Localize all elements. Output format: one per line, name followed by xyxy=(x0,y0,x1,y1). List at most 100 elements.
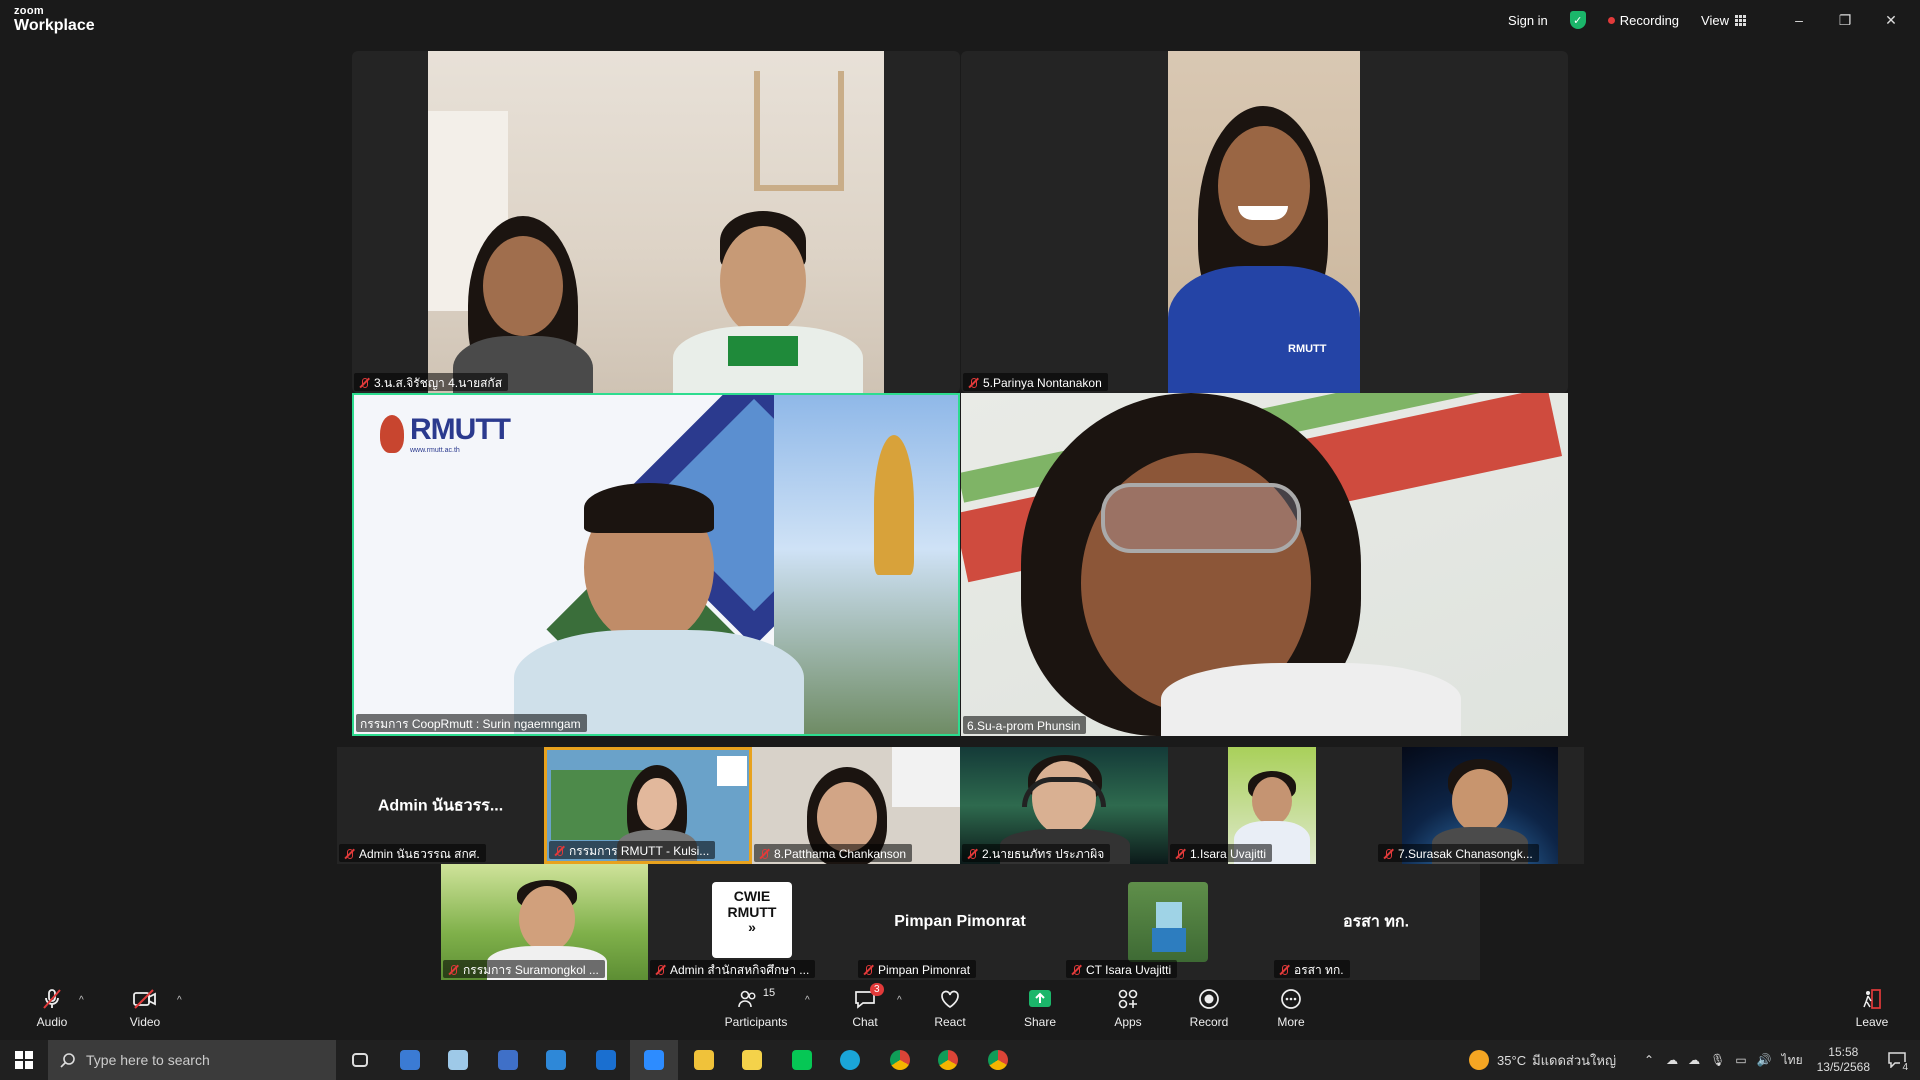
chrome-app-icon-1[interactable] xyxy=(876,1040,924,1080)
chrome-app-icon-3[interactable] xyxy=(974,1040,1022,1080)
apps-button[interactable]: Apps xyxy=(1093,987,1163,1029)
gallery-tile-suramongkol[interactable]: กรรมการ Suramongkol ... xyxy=(441,864,648,980)
video-tile-1[interactable]: 3.น.ส.จิรัชญา 4.นายสกัส xyxy=(352,51,960,393)
task-view-icon[interactable] xyxy=(336,1040,384,1080)
zoom-app-icon[interactable] xyxy=(630,1040,678,1080)
cwie-rmutt-card: CWIE RMUTT » xyxy=(712,882,792,958)
tile-name-label: 3.น.ส.จิรัชญา 4.นายสกัส xyxy=(354,373,509,391)
windows-start-button[interactable] xyxy=(0,1040,48,1080)
clock[interactable]: 15:58 13/5/2568 xyxy=(1817,1045,1870,1075)
react-button[interactable]: React xyxy=(915,987,985,1029)
tile-name-label: 1.Isara Uvajitti xyxy=(1170,844,1273,862)
tile-name-label: 5.Parinya Nontanakon xyxy=(963,373,1108,391)
shirt-logo-text: RMUTT xyxy=(1288,343,1327,355)
tile-name-label: Pimpan Pimonrat xyxy=(858,960,977,978)
notepad-app-icon[interactable] xyxy=(434,1040,482,1080)
gallery-tile-rmutt-kulsi[interactable]: กรรมการ RMUTT - Kulsi... xyxy=(544,747,752,864)
tile-name: อรสา ทก. xyxy=(1294,962,1344,977)
participants-button[interactable]: 15 Participants xyxy=(721,987,791,1029)
tile-name: 6.Su-a-prom Phunsin xyxy=(967,719,1081,733)
volume-icon[interactable]: 🔊 xyxy=(1757,1053,1772,1067)
sign-in-link[interactable]: Sign in xyxy=(1508,13,1548,28)
leave-button[interactable]: Leave xyxy=(1837,987,1907,1029)
tile-name: CT Isara Uvajitti xyxy=(1086,963,1172,977)
audio-options-caret[interactable]: ^ xyxy=(79,995,84,1006)
clock-date: 13/5/2568 xyxy=(1816,1060,1870,1074)
chat-options-caret[interactable]: ^ xyxy=(897,995,902,1006)
mail-app-icon[interactable] xyxy=(582,1040,630,1080)
more-label: More xyxy=(1277,1015,1305,1029)
mic-muted-icon xyxy=(654,964,666,976)
recording-label: Recording xyxy=(1619,12,1680,28)
gallery-tile-surasak[interactable]: 7.Surasak Chanasongk... xyxy=(1376,747,1584,864)
participants-options-caret[interactable]: ^ xyxy=(805,995,810,1006)
video-options-caret[interactable]: ^ xyxy=(177,995,182,1006)
heart-icon xyxy=(915,987,985,1011)
gallery-tile-admin-coop-office[interactable]: CWIE RMUTT » Admin สำนักสหกิจศึกษา ... xyxy=(648,864,856,980)
gallery-tile-admin-nanthawan[interactable]: Admin นันธวรร... Admin นันธวรรณ สกศ. xyxy=(337,747,544,864)
line-app-icon[interactable] xyxy=(778,1040,826,1080)
apps-label: Apps xyxy=(1114,1015,1142,1029)
logo-workplace-text: Workplace xyxy=(14,17,95,34)
record-button[interactable]: Record xyxy=(1174,987,1244,1029)
tile-name: 1.Isara Uvajitti xyxy=(1190,847,1267,861)
tray-overflow-chevron-icon[interactable]: ⌃ xyxy=(1644,1053,1654,1067)
recording-dot-icon xyxy=(1607,16,1615,24)
audio-label: Audio xyxy=(36,1015,68,1029)
rmutt-emblem-icon xyxy=(380,414,404,453)
tile-name: 3.น.ส.จิรัชญา 4.นายสกัส xyxy=(374,375,503,390)
news-app-icon[interactable] xyxy=(386,1040,434,1080)
mic-muted-icon xyxy=(447,964,459,976)
share-button[interactable]: Share xyxy=(1005,987,1075,1029)
gallery-tile-ct-isara[interactable]: CT Isara Uvajitti xyxy=(1064,864,1272,980)
store-app-icon[interactable] xyxy=(532,1040,580,1080)
gallery-tile-pimpan[interactable]: Pimpan Pimonrat Pimpan Pimonrat xyxy=(856,864,1064,980)
weather-text[interactable]: มีแดดส่วนใหญ่ xyxy=(1532,1050,1616,1071)
taskbar-search-box[interactable]: Type here to search xyxy=(48,1040,336,1080)
participants-label: Participants xyxy=(724,1015,788,1029)
file-explorer-app-icon[interactable] xyxy=(680,1040,728,1080)
react-label: React xyxy=(934,1015,966,1029)
chat-button[interactable]: 3 Chat xyxy=(830,983,900,1029)
gallery-tile-isara[interactable]: 1.Isara Uvajitti xyxy=(1168,747,1376,864)
onedrive-icon[interactable]: ☁ xyxy=(1666,1053,1678,1067)
onedrive-business-icon[interactable]: ☁ xyxy=(1688,1053,1700,1067)
view-button[interactable]: View xyxy=(1701,13,1746,28)
mic-muted-icon xyxy=(967,377,979,389)
mic-muted-icon xyxy=(1382,848,1394,860)
encryption-shield-icon[interactable]: ✓ xyxy=(1569,11,1586,29)
edge-app-icon[interactable] xyxy=(826,1040,874,1080)
participant-big-name: Admin นันธวรร... xyxy=(377,797,504,814)
video-tile-2[interactable]: RMUTT 5.Parinya Nontanakon xyxy=(961,51,1568,393)
audio-button[interactable]: Audio xyxy=(17,987,87,1029)
sticky-notes-app-icon[interactable] xyxy=(728,1040,776,1080)
tile-name: 7.Surasak Chanasongk... xyxy=(1398,847,1533,861)
video-tile-3-active-speaker[interactable]: RMUTT www.rmutt.ac.th กรรมการ CoopRmutt … xyxy=(352,393,960,736)
avatar-image xyxy=(1128,882,1208,962)
gallery-tile-thanapat[interactable]: 2.นายธนภัทร ประภาผิจ xyxy=(960,747,1168,864)
restore-button[interactable]: ❐ xyxy=(1822,12,1868,29)
more-button[interactable]: More xyxy=(1256,987,1326,1029)
minimize-button[interactable]: – xyxy=(1776,12,1822,28)
notifications-icon[interactable]: 4 xyxy=(1882,1045,1912,1075)
video-button[interactable]: Video xyxy=(110,987,180,1029)
weather-temp[interactable]: 35°C xyxy=(1497,1053,1526,1068)
network-icon[interactable]: ▭ xyxy=(1735,1053,1746,1067)
windows-logo-icon xyxy=(15,1051,33,1069)
leave-label: Leave xyxy=(1855,1015,1889,1029)
recording-indicator[interactable]: Recording xyxy=(1607,12,1680,28)
chrome-app-icon-2[interactable] xyxy=(924,1040,972,1080)
input-language[interactable]: ไทย xyxy=(1782,1051,1803,1070)
tile-name: Admin สำนักสหกิจศึกษา ... xyxy=(670,962,810,977)
calculator-app-icon[interactable] xyxy=(484,1040,532,1080)
microphone-icon[interactable]: 🎙 xyxy=(1710,1053,1725,1067)
gallery-tile-orasa[interactable]: อรสา ทก. อรสา ทก. xyxy=(1272,864,1480,980)
view-label: View xyxy=(1701,12,1729,28)
close-button[interactable]: ✕ xyxy=(1868,12,1914,29)
mic-muted-icon xyxy=(343,848,355,860)
weather-icon[interactable] xyxy=(1469,1050,1490,1070)
video-tile-4[interactable]: 6.Su-a-prom Phunsin xyxy=(961,393,1568,736)
gallery-tile-patthama[interactable]: 8.Patthama Chankanson xyxy=(752,747,960,864)
tile-name-label: Admin นันธวรรณ สกศ. xyxy=(339,844,486,862)
tile-name: กรรมการ CoopRmutt : Surin ngaemngam xyxy=(360,716,581,731)
